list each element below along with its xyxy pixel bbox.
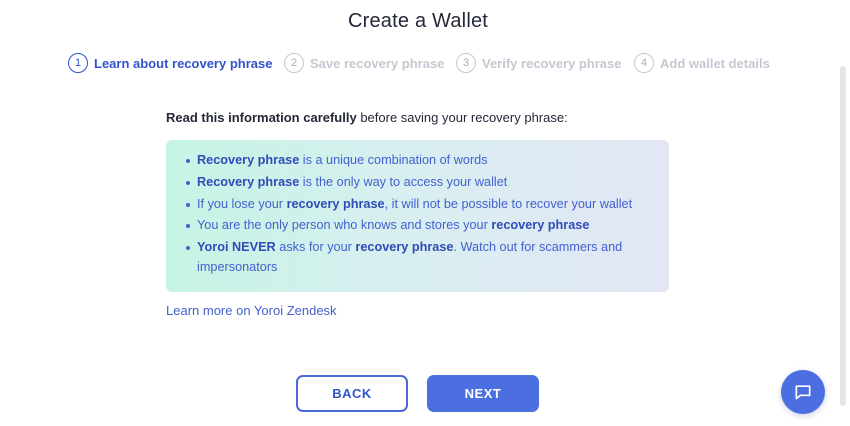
info-item-4-pre: You are the only person who knows and st…	[197, 218, 492, 233]
info-item-2-rest: is the only way to access your wallet	[299, 174, 508, 189]
info-item-1-bold: Recovery phrase	[197, 153, 300, 167]
scrollbar[interactable]	[840, 66, 846, 406]
info-item-5-bold2: recovery phrase	[355, 240, 454, 255]
step-2: 2 Save recovery phrase	[284, 52, 444, 74]
info-item-2-bold: Recovery phrase	[197, 174, 300, 189]
step-1-number: 1	[68, 53, 88, 73]
step-4-number: 4	[634, 53, 654, 73]
step-2-number: 2	[284, 53, 304, 73]
chat-bubble-icon	[793, 382, 813, 402]
step-3-number: 3	[456, 53, 476, 73]
step-2-label: Save recovery phrase	[310, 55, 445, 71]
info-item-3: If you lose your recovery phrase, it wil…	[186, 195, 651, 215]
info-item-2: Recovery phrase is the only way to acces…	[186, 173, 651, 193]
info-item-3-bold: recovery phrase	[286, 196, 385, 211]
page-title: Create a Wallet	[347, 10, 489, 32]
intro-text: Read this information carefully before s…	[166, 110, 568, 125]
info-item-3-pre: If you lose your	[197, 196, 287, 211]
back-button[interactable]: BACK	[296, 375, 408, 412]
next-button[interactable]: NEXT	[427, 375, 539, 412]
step-4: 4 Add wallet details	[634, 52, 770, 74]
info-item-1: Recovery phrase is a unique combination …	[186, 151, 651, 171]
step-3-label: Verify recovery phrase	[482, 55, 622, 71]
step-4-label: Add wallet details	[660, 55, 770, 71]
info-item-5: Yoroi NEVER asks for your recovery phras…	[186, 238, 651, 277]
step-1: 1 Learn about recovery phrase	[68, 52, 272, 74]
recovery-phrase-info-box: Recovery phrase is a unique combination …	[166, 140, 669, 292]
chat-button[interactable]	[781, 370, 825, 414]
info-item-3-rest: , it will not be possible to recover you…	[384, 196, 633, 211]
intro-bold: Read this information carefully	[166, 110, 357, 125]
info-item-5-mid: asks for your	[275, 240, 356, 255]
info-item-4-bold: recovery phrase	[491, 218, 590, 233]
intro-rest: before saving your recovery phrase:	[356, 110, 568, 125]
info-item-5-bold: Yoroi NEVER	[197, 240, 276, 255]
info-item-1-rest: is a unique combination of words	[299, 153, 488, 167]
step-1-label: Learn about recovery phrase	[94, 55, 273, 71]
info-item-4: You are the only person who knows and st…	[186, 216, 651, 236]
learn-more-link[interactable]: Learn more on Yoroi Zendesk	[166, 303, 337, 318]
info-list: Recovery phrase is a unique combination …	[186, 151, 651, 277]
step-3: 3 Verify recovery phrase	[456, 52, 621, 74]
